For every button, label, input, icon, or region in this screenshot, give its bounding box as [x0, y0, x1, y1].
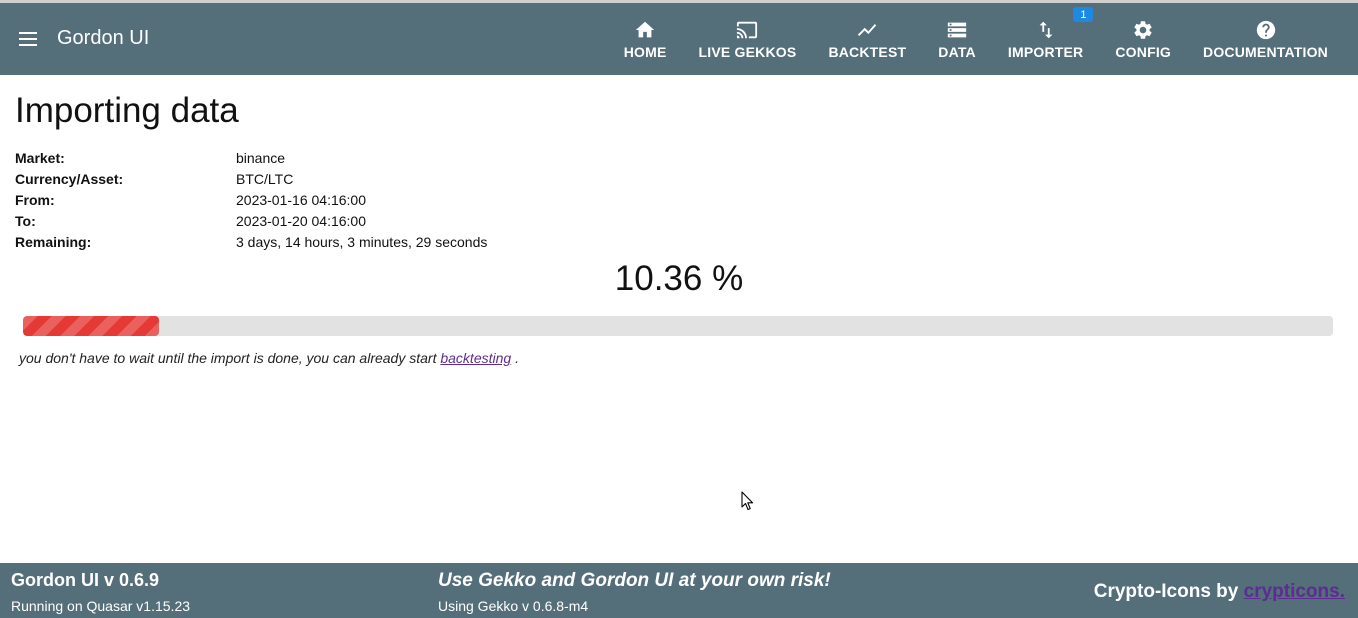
market-row: Market: binance: [15, 147, 487, 168]
nav-live-gekkos-label: LIVE GEKKOS: [698, 43, 797, 60]
top-nav: HOME LIVE GEKKOS BACKTEST DATA IMPORTER …: [608, 3, 1344, 75]
import-details: Market: binance Currency/Asset: BTC/LTC …: [15, 147, 487, 252]
footer-gekko-version: Using Gekko v 0.6.8-m4: [438, 598, 589, 614]
help-icon: [1256, 20, 1275, 39]
currency-value: BTC/LTC: [236, 170, 294, 187]
remaining-row: Remaining: 3 days, 14 hours, 3 minutes, …: [15, 231, 487, 252]
footer-risk-warning: Use Gekko and Gordon UI at your own risk…: [438, 570, 831, 591]
nav-documentation-label: DOCUMENTATION: [1203, 43, 1328, 60]
from-value: 2023-01-16 04:16:00: [236, 191, 366, 208]
remaining-value: 3 days, 14 hours, 3 minutes, 29 seconds: [236, 233, 488, 250]
cast-icon: [737, 21, 758, 38]
market-label: Market:: [15, 149, 65, 166]
import-progress-bar: [23, 316, 1333, 336]
nav-config[interactable]: CONFIG: [1099, 3, 1187, 75]
market-value: binance: [236, 149, 286, 166]
page-title: Importing data: [15, 91, 239, 130]
hint-text: you don't have to wait until the import …: [19, 350, 437, 366]
currency-row: Currency/Asset: BTC/LTC: [15, 168, 487, 189]
nav-home-label: HOME: [623, 43, 667, 60]
footer-credit: Crypto-Icons by crypticons.: [1094, 581, 1345, 603]
remaining-label: Remaining:: [15, 233, 92, 250]
from-row: From: 2023-01-16 04:16:00: [15, 189, 487, 210]
app-title[interactable]: Gordon UI: [57, 27, 149, 50]
footer-quasar-version: Running on Quasar v1.15.23: [11, 598, 191, 614]
to-value: 2023-01-20 04:16:00: [236, 212, 366, 229]
to-row: To: 2023-01-20 04:16:00: [15, 210, 487, 231]
to-label: To:: [15, 212, 36, 229]
nav-data[interactable]: DATA: [922, 3, 992, 75]
home-icon: [635, 21, 655, 37]
nav-backtest-label: BACKTEST: [828, 43, 907, 60]
menu-icon[interactable]: [14, 25, 42, 53]
nav-home[interactable]: HOME: [608, 3, 683, 75]
hint-end: .: [515, 350, 519, 366]
import-progress-fill: [23, 316, 159, 336]
nav-live-gekkos[interactable]: LIVE GEKKOS: [683, 3, 813, 75]
backtest-hint: you don't have to wait until the import …: [19, 350, 519, 366]
nav-backtest[interactable]: BACKTEST: [812, 3, 922, 75]
progress-percent: 10.36 %: [614, 259, 744, 298]
importer-count-badge: 1: [1073, 7, 1094, 22]
app-header: Gordon UI HOME LIVE GEKKOS BACKTEST DATA…: [0, 3, 1358, 75]
footer-app-version: Gordon UI v 0.6.9: [11, 570, 160, 590]
app-footer: Gordon UI v 0.6.9 Running on Quasar v1.1…: [0, 563, 1358, 618]
currency-label: Currency/Asset:: [15, 170, 124, 187]
storage-icon: [947, 22, 967, 37]
nav-importer-label: IMPORTER: [1007, 43, 1084, 60]
nav-config-label: CONFIG: [1115, 43, 1172, 60]
footer-credit-text: Crypto-Icons by: [1093, 581, 1239, 602]
backtesting-link[interactable]: backtesting: [440, 350, 511, 366]
nav-documentation[interactable]: DOCUMENTATION: [1187, 3, 1344, 75]
show-chart-icon: [858, 23, 877, 36]
from-label: From:: [15, 191, 55, 208]
settings-icon: [1134, 20, 1152, 39]
import-export-icon: [1039, 21, 1053, 38]
crypticons-link[interactable]: crypticons.: [1244, 581, 1345, 602]
nav-data-label: DATA: [938, 43, 976, 60]
nav-importer[interactable]: IMPORTER 1: [992, 3, 1100, 75]
mouse-cursor-icon: [741, 491, 754, 511]
